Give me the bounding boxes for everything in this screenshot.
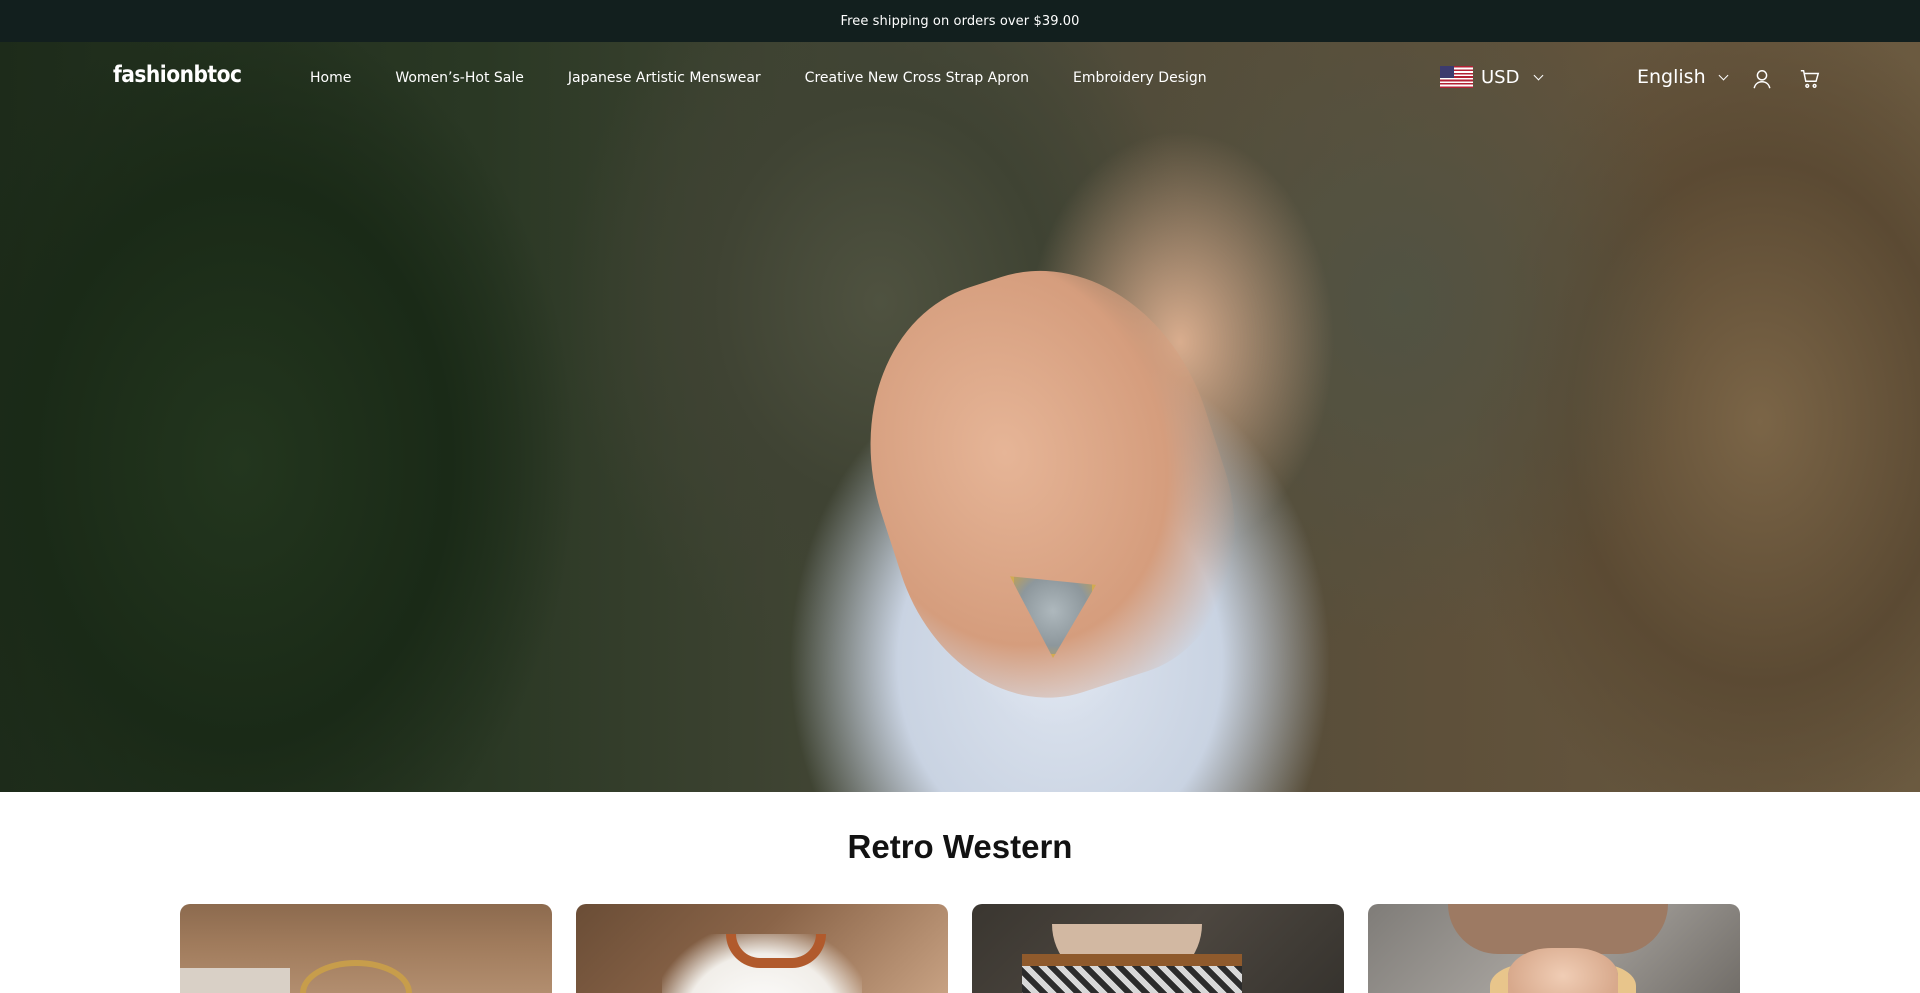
- cart-icon[interactable]: [1799, 68, 1821, 90]
- user-icon[interactable]: [1751, 68, 1773, 90]
- currency-label: USD: [1481, 66, 1520, 88]
- main-nav: Home Women’s-Hot Sale Japanese Artistic …: [288, 70, 1229, 86]
- nav-item-cross-strap-apron[interactable]: Creative New Cross Strap Apron: [783, 70, 1051, 86]
- hero-banner[interactable]: [0, 42, 1920, 792]
- site-header: fashionbtoc Home Women’s-Hot Sale Japane…: [0, 42, 1920, 116]
- nav-item-japanese-artistic-menswear[interactable]: Japanese Artistic Menswear: [546, 70, 783, 86]
- collection-card[interactable]: [1368, 904, 1740, 993]
- site-logo[interactable]: fashionbtoc: [113, 62, 242, 88]
- collection-card[interactable]: [972, 904, 1344, 993]
- collection-card[interactable]: [576, 904, 948, 993]
- nav-item-womens-hot-sale[interactable]: Women’s-Hot Sale: [373, 70, 546, 86]
- nav-item-home[interactable]: Home: [288, 70, 373, 86]
- collection-card[interactable]: [180, 904, 552, 993]
- announcement-text: Free shipping on orders over $39.00: [840, 13, 1080, 29]
- currency-selector[interactable]: USD: [1440, 66, 1544, 88]
- language-label: English: [1637, 66, 1706, 88]
- chevron-down-icon: [1718, 70, 1729, 80]
- hero-image-arm: [823, 229, 1277, 735]
- announcement-bar: Free shipping on orders over $39.00: [0, 0, 1920, 42]
- chevron-down-icon: [1534, 70, 1544, 80]
- us-flag-icon: [1440, 66, 1473, 88]
- language-selector[interactable]: English: [1637, 66, 1729, 88]
- section-title: Retro Western: [847, 828, 1073, 865]
- nav-item-embroidery-design[interactable]: Embroidery Design: [1051, 70, 1229, 86]
